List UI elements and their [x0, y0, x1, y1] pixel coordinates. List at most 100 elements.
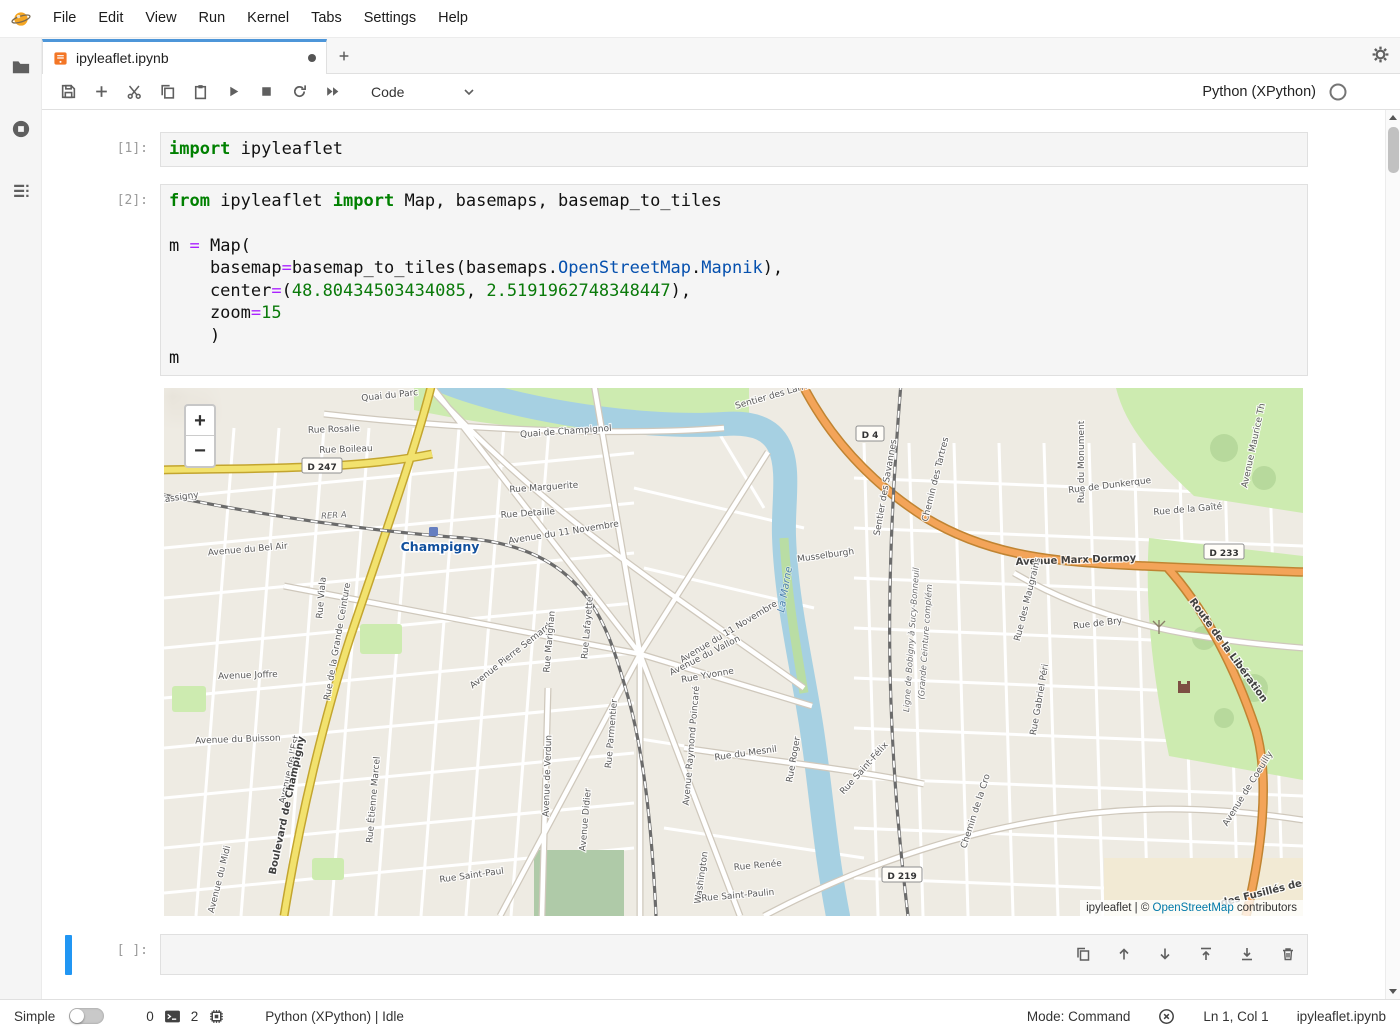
kernels-count[interactable]: 2	[191, 1009, 199, 1024]
run-button[interactable]	[219, 78, 247, 106]
notebook-icon	[53, 51, 68, 66]
road-shield: D 4	[856, 426, 884, 441]
copy-cells-button[interactable]	[153, 78, 181, 106]
code-line: m = Map(	[169, 235, 1299, 258]
insert-cell-above-button[interactable]	[1197, 945, 1215, 963]
menu-item-settings[interactable]: Settings	[353, 0, 427, 37]
move-cell-up-button[interactable]	[1115, 945, 1133, 963]
cell-prompt: [1]:	[70, 132, 160, 167]
plus-icon	[337, 49, 351, 63]
output-prompt	[70, 388, 160, 916]
scrollbar-thumb[interactable]	[1388, 127, 1399, 173]
map-zoom-control: + −	[184, 404, 216, 468]
map-zoom-out-button[interactable]: −	[186, 436, 214, 466]
kernel-status-text[interactable]: Python (XPython) | Idle	[265, 1009, 404, 1024]
map-zoom-in-button[interactable]: +	[186, 406, 214, 436]
map-tiles: D 247D 4D 233D 219 Quai du ParcRue Rosal…	[164, 388, 1303, 916]
menu-items: FileEditViewRunKernelTabsSettingsHelp	[42, 0, 479, 37]
notifications-off-icon[interactable]	[1158, 1008, 1175, 1025]
code-line	[169, 212, 1299, 235]
cell-output-area: D 247D 4D 233D 219 Quai du ParcRue Rosal…	[70, 388, 1308, 916]
menu-item-view[interactable]: View	[134, 0, 187, 37]
kernel-chip-icon[interactable]	[208, 1008, 225, 1025]
osm-link[interactable]: OpenStreetMap	[1153, 902, 1234, 914]
left-sidebar	[0, 38, 42, 999]
kernel-name[interactable]: Python (XPython)	[1202, 84, 1316, 100]
attribution-text: contributors	[1234, 902, 1297, 914]
code-line: m	[169, 347, 1299, 370]
command-mode-indicator[interactable]: Mode: Command	[1027, 1009, 1131, 1024]
menu-item-tabs[interactable]: Tabs	[300, 0, 353, 37]
active-cell-indicator[interactable]	[65, 935, 72, 975]
menu-item-kernel[interactable]: Kernel	[236, 0, 300, 37]
planet-logo-icon	[11, 9, 31, 29]
app-logo[interactable]	[0, 9, 42, 29]
map-attribution: ipyleaflet | © OpenStreetMap contributor…	[1080, 900, 1303, 916]
code-line: from ipyleaflet import Map, basemaps, ba…	[169, 190, 1299, 213]
tab-ipyleaflet-notebook[interactable]: ipyleaflet.ipynb	[42, 39, 327, 74]
terminal-icon[interactable]	[164, 1008, 181, 1025]
simple-mode-toggle[interactable]	[69, 1008, 104, 1024]
move-cell-down-button[interactable]	[1156, 945, 1174, 963]
cell-prompt: [2]:	[70, 184, 160, 376]
map-cemetery	[534, 850, 624, 916]
notebook-toolbar: Code Python (XPython)	[42, 74, 1400, 110]
road-shield: D 233	[1204, 544, 1244, 559]
restart-kernel-button[interactable]	[285, 78, 313, 106]
code-line: )	[169, 325, 1299, 348]
map-label: Rue Boileau	[319, 444, 373, 456]
code-line: center=(48.80434503434085, 2.51919627483…	[169, 280, 1299, 303]
settings-gear-icon[interactable]	[1371, 45, 1390, 69]
statusbar-filename: ipyleaflet.ipynb	[1297, 1009, 1386, 1024]
menu-item-help[interactable]: Help	[427, 0, 479, 37]
menu-item-run[interactable]: Run	[188, 0, 237, 37]
cell-type-dropdown[interactable]: Code	[371, 84, 477, 100]
scroll-down-arrow[interactable]	[1386, 984, 1400, 999]
cell-input-editor[interactable]: from ipyleaflet import Map, basemaps, ba…	[160, 184, 1308, 376]
chevron-down-icon	[461, 84, 477, 100]
code-line: zoom=15	[169, 302, 1299, 325]
cell-prompt: [ ]:	[70, 934, 160, 975]
paste-cells-button[interactable]	[186, 78, 214, 106]
delete-cell-button[interactable]	[1279, 945, 1297, 963]
status-bar: Simple 0 2 Python (XPython) | Idle Mode:…	[0, 999, 1400, 1032]
insert-cell-below-button[interactable]	[1238, 945, 1256, 963]
cell-toolbar	[1074, 945, 1297, 963]
dirty-indicator[interactable]	[308, 54, 316, 62]
terminals-count[interactable]: 0	[146, 1009, 154, 1024]
running-sessions-icon[interactable]	[8, 116, 34, 142]
road-shield: D 247	[302, 458, 342, 473]
toggle-knob	[70, 1009, 84, 1023]
leaflet-map[interactable]: D 247D 4D 233D 219 Quai du ParcRue Rosal…	[164, 388, 1303, 916]
menu-item-file[interactable]: File	[42, 0, 87, 37]
jupyterlab-window: FileEditViewRunKernelTabsSettingsHelp	[0, 0, 1400, 1032]
cut-cells-button[interactable]	[120, 78, 148, 106]
menu-item-edit[interactable]: Edit	[87, 0, 134, 37]
map-label: Avenue Joffre	[218, 669, 278, 681]
code-cell-2: [2]: from ipyleaflet import Map, basemap…	[70, 184, 1308, 376]
restart-run-all-button[interactable]	[318, 78, 346, 106]
map-label: Rue Rosalie	[308, 424, 361, 436]
save-button[interactable]	[54, 78, 82, 106]
code-line: basemap=basemap_to_tiles(basemaps.OpenSt…	[169, 257, 1299, 280]
vertical-scrollbar[interactable]	[1385, 110, 1400, 999]
cell-type-value: Code	[371, 84, 404, 100]
file-browser-icon[interactable]	[8, 54, 34, 80]
table-of-contents-icon[interactable]	[8, 178, 34, 204]
svg-text:D 247: D 247	[307, 463, 336, 473]
cell-input-editor[interactable]: import ipyleaflet	[160, 132, 1308, 167]
line-col-indicator[interactable]: Ln 1, Col 1	[1203, 1009, 1268, 1024]
add-cell-button[interactable]	[87, 78, 115, 106]
menu-bar: FileEditViewRunKernelTabsSettingsHelp	[0, 0, 1400, 38]
cell-input-editor[interactable]	[160, 934, 1308, 975]
interrupt-kernel-button[interactable]	[252, 78, 280, 106]
kernel-status-icon[interactable]	[1328, 82, 1348, 102]
scroll-up-arrow[interactable]	[1386, 110, 1400, 125]
attribution-text: ipyleaflet | ©	[1086, 902, 1152, 914]
code-line: import ipyleaflet	[169, 138, 1299, 161]
train-station-icon	[429, 527, 438, 536]
svg-text:D 233: D 233	[1209, 549, 1238, 559]
duplicate-cell-button[interactable]	[1074, 945, 1092, 963]
new-launcher-button[interactable]	[327, 42, 361, 70]
svg-text:D 219: D 219	[887, 872, 916, 882]
